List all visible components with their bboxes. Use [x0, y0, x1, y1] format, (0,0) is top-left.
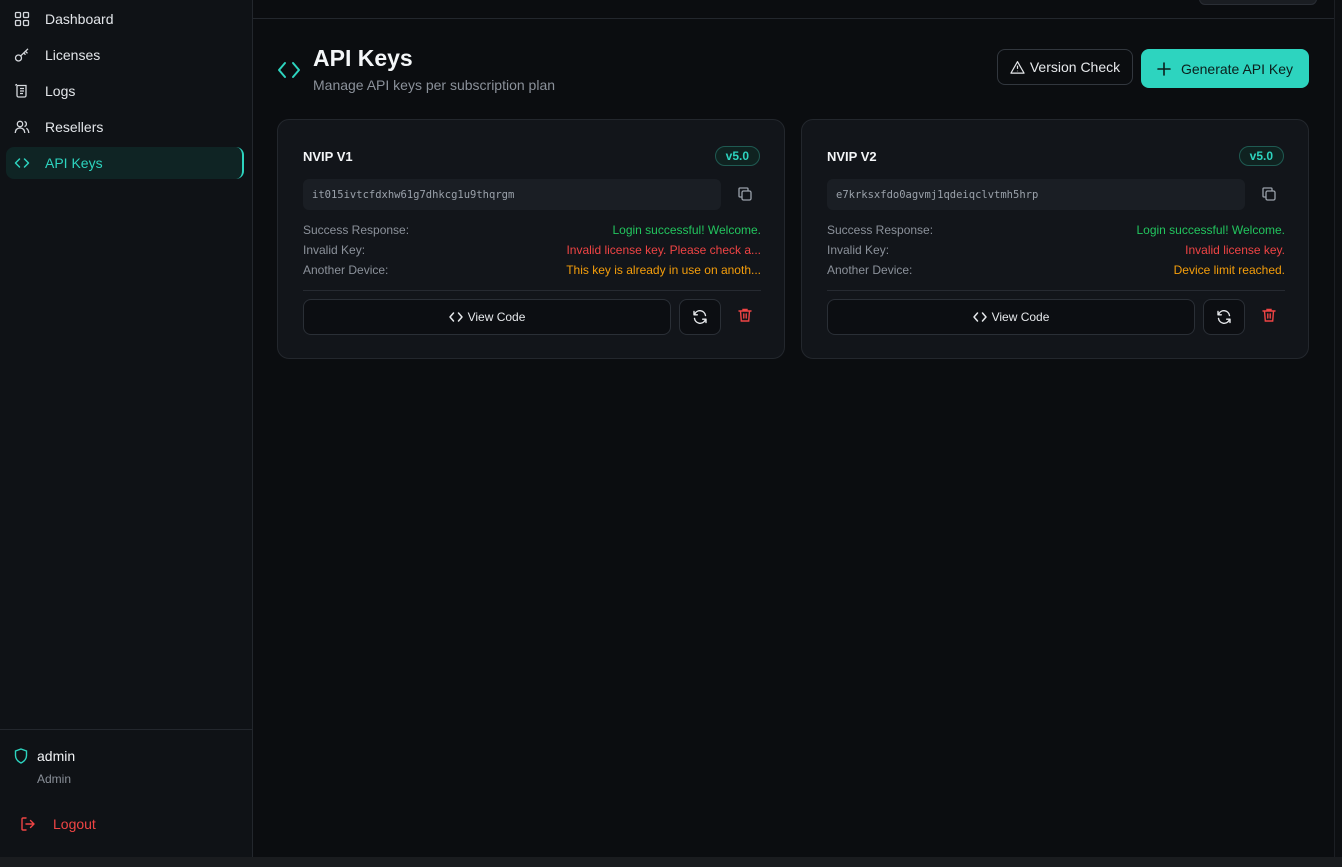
trash-icon[interactable]: [1261, 307, 1277, 323]
version-badge: v5.0: [714, 146, 760, 166]
view-code-button[interactable]: View Code: [303, 299, 671, 335]
sidebar-item-label: Dashboard: [45, 11, 114, 27]
logout-button[interactable]: Logout: [20, 816, 96, 832]
card-divider: [303, 290, 761, 291]
code-icon: [972, 312, 987, 322]
sidebar-item-label: Logs: [45, 83, 76, 99]
invalid-key-row: Invalid Key: Invalid license key. Please…: [303, 243, 761, 259]
api-key-value: it015ivtcfdxhw61g7dhkcg1u9thqrgm: [303, 179, 721, 210]
sidebar-item-label: Resellers: [45, 119, 104, 135]
warning-icon: [1010, 60, 1025, 74]
page-subtitle: Manage API keys per subscription plan: [313, 77, 556, 93]
refresh-icon: [693, 310, 707, 324]
sidebar-divider: [0, 729, 252, 730]
generate-api-key-button[interactable]: Generate API Key: [1141, 49, 1309, 88]
scroll-icon: [14, 83, 30, 99]
response-value: Invalid license key. Please check a...: [566, 243, 761, 257]
code-icon: [14, 155, 30, 171]
logout-icon: [21, 817, 35, 831]
another-device-row: Another Device: Device limit reached.: [827, 263, 1285, 279]
version-check-button[interactable]: Version Check: [997, 49, 1133, 85]
api-key-value: e7krksxfdo0agvmj1qdeiqclvtmh5hrp: [827, 179, 1245, 210]
card-divider: [827, 290, 1285, 291]
success-response-row: Success Response: Login successful! Welc…: [303, 223, 761, 239]
regenerate-button[interactable]: [1203, 299, 1245, 335]
response-value: Login successful! Welcome.: [1136, 223, 1285, 237]
shield-icon: [14, 748, 28, 764]
sidebar-item-label: Licenses: [45, 47, 101, 63]
sidebar-item-resellers[interactable]: Resellers: [6, 111, 244, 143]
response-value: Login successful! Welcome.: [612, 223, 761, 237]
key-icon: [14, 47, 30, 63]
user-role: Admin: [37, 772, 72, 786]
api-key-card: NVIP V1 v5.0 it015ivtcfdxhw61g7dhkcg1u9t…: [277, 119, 785, 359]
response-value: Device limit reached.: [1173, 263, 1285, 277]
sidebar-item-api-keys[interactable]: API Keys: [6, 147, 244, 179]
view-code-button[interactable]: View Code: [827, 299, 1195, 335]
regenerate-button[interactable]: [679, 299, 721, 335]
logout-label: Logout: [53, 816, 96, 832]
generate-api-key-label: Generate API Key: [1180, 60, 1294, 77]
view-code-label: View Code: [467, 310, 526, 324]
view-code-label: View Code: [991, 310, 1050, 324]
response-label: Invalid Key:: [827, 243, 890, 257]
page-title: API Keys: [313, 45, 413, 71]
code-icon: [278, 62, 300, 78]
response-label: Success Response:: [303, 223, 410, 237]
refresh-icon: [1217, 310, 1231, 324]
response-label: Another Device:: [303, 263, 389, 277]
plan-name: NVIP V1: [303, 149, 353, 164]
sidebar-item-dashboard[interactable]: Dashboard: [6, 3, 244, 35]
response-label: Success Response:: [827, 223, 934, 237]
copy-icon[interactable]: [737, 186, 753, 202]
sidebar-item-licenses[interactable]: Licenses: [6, 39, 244, 71]
app-window: Dashboard Licenses Logs Resellers API Ke…: [0, 0, 1342, 857]
taskbar-strip: [0, 857, 1342, 867]
version-badge: v5.0: [1238, 146, 1284, 166]
user-name: admin: [37, 748, 76, 764]
response-label: Another Device:: [827, 263, 913, 277]
api-key-card: NVIP V2 v5.0 e7krksxfdo0agvmj1qdeiqclvtm…: [801, 119, 1309, 359]
plan-name: NVIP V2: [827, 149, 877, 164]
copy-icon[interactable]: [1261, 186, 1277, 202]
invalid-key-row: Invalid Key: Invalid license key.: [827, 243, 1285, 259]
response-value: This key is already in use on anoth...: [566, 263, 761, 277]
version-check-label: Version Check: [1029, 59, 1121, 75]
sidebar-item-logs[interactable]: Logs: [6, 75, 244, 107]
code-icon: [448, 312, 463, 322]
plus-icon: [1157, 61, 1171, 76]
scrollbar[interactable]: [1334, 0, 1342, 857]
trash-icon[interactable]: [737, 307, 753, 323]
sidebar-item-label: API Keys: [45, 155, 103, 171]
grid-icon: [14, 11, 30, 27]
response-label: Invalid Key:: [303, 243, 366, 257]
another-device-row: Another Device: This key is already in u…: [303, 263, 761, 279]
top-bar: [253, 0, 1335, 19]
success-response-row: Success Response: Login successful! Welc…: [827, 223, 1285, 239]
users-icon: [14, 119, 30, 135]
response-value: Invalid license key.: [1185, 243, 1285, 257]
topbar-button[interactable]: [1199, 0, 1317, 5]
sidebar: Dashboard Licenses Logs Resellers API Ke…: [0, 0, 253, 857]
